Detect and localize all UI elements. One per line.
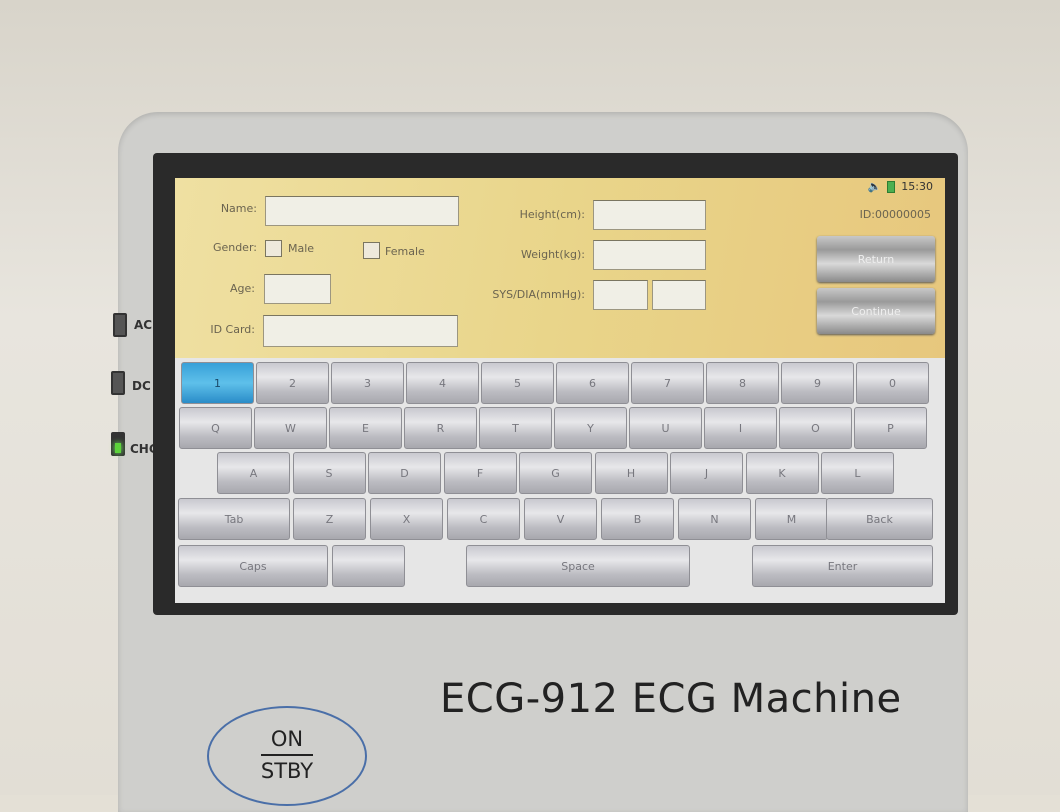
key-8[interactable]: 8 — [706, 362, 779, 404]
screen: 🔈 15:30 ID:00000005 Name: Gender: Male F… — [175, 178, 945, 603]
name-label: Name: — [220, 202, 257, 215]
key-c[interactable]: C — [447, 498, 520, 540]
key-tab[interactable]: Tab — [178, 498, 290, 540]
dc-led — [111, 371, 125, 395]
key-back[interactable]: Back — [826, 498, 933, 540]
key-h[interactable]: H — [594, 452, 668, 494]
key-7[interactable]: 7 — [631, 362, 704, 404]
key-6[interactable]: 6 — [556, 362, 629, 404]
key-enter[interactable]: Enter — [752, 545, 933, 587]
male-label: Male — [288, 242, 315, 255]
ac-led — [113, 313, 127, 337]
key-q[interactable]: Q — [179, 407, 252, 449]
male-checkbox[interactable] — [265, 240, 282, 257]
battery-icon — [887, 180, 896, 193]
female-label: Female — [385, 245, 425, 258]
gender-label: Gender: — [212, 241, 257, 254]
key-5[interactable]: 5 — [481, 362, 554, 404]
status-bar: 🔈 15:30 — [868, 180, 933, 193]
key-blank[interactable] — [332, 545, 405, 587]
key-i[interactable]: I — [704, 407, 777, 449]
key-t[interactable]: T — [479, 407, 552, 449]
device-brand-label: ECG-912 ECG Machine — [440, 676, 902, 722]
key-x[interactable]: X — [370, 498, 443, 540]
idcard-input[interactable] — [263, 315, 458, 347]
key-n[interactable]: N — [678, 498, 751, 540]
age-input[interactable] — [264, 274, 331, 304]
key-4[interactable]: 4 — [406, 362, 479, 404]
dc-led-label: DC — [132, 379, 151, 393]
idcard-label: ID Card: — [210, 323, 255, 336]
key-d[interactable]: D — [368, 452, 441, 494]
key-o[interactable]: O — [779, 407, 852, 449]
key-3[interactable]: 3 — [331, 362, 404, 404]
return-button[interactable]: Return — [817, 236, 935, 282]
ac-led-label: AC — [134, 318, 153, 332]
patient-form: 🔈 15:30 ID:00000005 Name: Gender: Male F… — [175, 178, 945, 358]
key-k[interactable]: K — [745, 452, 819, 494]
key-caps[interactable]: Caps — [178, 545, 328, 587]
key-w[interactable]: W — [254, 407, 327, 449]
female-checkbox[interactable] — [363, 242, 380, 259]
key-g[interactable]: G — [519, 452, 592, 494]
key-p[interactable]: P — [854, 407, 927, 449]
key-r[interactable]: R — [404, 407, 477, 449]
key-l[interactable]: L — [821, 452, 894, 494]
clock: 15:30 — [901, 180, 933, 193]
key-f[interactable]: F — [443, 452, 517, 494]
key-9[interactable]: 9 — [781, 362, 854, 404]
continue-button[interactable]: Continue — [817, 288, 935, 334]
key-u[interactable]: U — [629, 407, 702, 449]
power-button[interactable]: ON STBY — [207, 706, 367, 806]
name-input[interactable] — [265, 196, 459, 226]
key-s[interactable]: S — [292, 452, 366, 494]
height-input[interactable] — [593, 200, 706, 230]
chg-led — [111, 432, 125, 456]
power-stby-label: STBY — [260, 759, 314, 783]
weight-label: Weight(kg): — [521, 248, 585, 261]
key-0[interactable]: 0 — [856, 362, 929, 404]
key-1[interactable]: 1 — [181, 362, 254, 404]
key-y[interactable]: Y — [554, 407, 627, 449]
key-z[interactable]: Z — [293, 498, 366, 540]
key-v[interactable]: V — [524, 498, 597, 540]
height-label: Height(cm): — [519, 208, 585, 221]
age-label: Age: — [230, 282, 255, 295]
key-j[interactable]: J — [670, 452, 743, 494]
sys-input[interactable] — [593, 280, 648, 310]
key-e[interactable]: E — [329, 407, 402, 449]
key-2[interactable]: 2 — [256, 362, 329, 404]
key-a[interactable]: A — [217, 452, 290, 494]
speaker-icon: 🔈 — [867, 180, 882, 193]
key-m[interactable]: M — [755, 498, 828, 540]
key-space[interactable]: Space — [466, 545, 690, 587]
ecg-device: AC DC C HG 🔈 15:30 ID:00000005 Name: Gend… — [0, 0, 1060, 812]
dia-input[interactable] — [652, 280, 706, 310]
key-b[interactable]: B — [601, 498, 674, 540]
weight-input[interactable] — [593, 240, 706, 270]
on-screen-keyboard: 1 2 3 4 5 6 7 8 9 0 Q W E R T Y U I O P A S D F G H J K L Tab Z X C V B N M B… — [175, 358, 945, 603]
patient-id: ID:00000005 — [859, 208, 931, 221]
power-on-label: ON — [260, 724, 314, 756]
sysdia-label: SYS/DIA(mmHg): — [492, 288, 585, 301]
